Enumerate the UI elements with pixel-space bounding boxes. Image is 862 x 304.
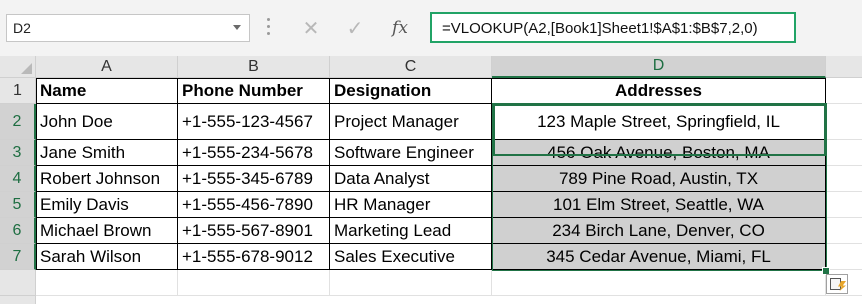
header-addresses[interactable]: Addresses xyxy=(492,78,826,104)
table-cell[interactable]: +1-555-345-6789 xyxy=(178,166,330,192)
formula-bar: D2 ✕ ✓ fx =VLOOKUP(A2,[Book1]Sheet1!$A$1… xyxy=(0,0,862,56)
table-cell[interactable]: Michael Brown xyxy=(36,218,178,244)
select-all-button[interactable] xyxy=(0,56,36,78)
table-cell[interactable]: 456 Oak Avenue, Boston, MA xyxy=(492,140,826,166)
empty-cell[interactable] xyxy=(826,244,862,270)
table-cell[interactable]: Robert Johnson xyxy=(36,166,178,192)
enter-icon[interactable]: ✓ xyxy=(338,14,372,42)
table-cell[interactable]: 345 Cedar Avenue, Miami, FL xyxy=(492,244,826,270)
table-cell[interactable]: +1-555-678-9012 xyxy=(178,244,330,270)
table-cell[interactable]: +1-555-567-8901 xyxy=(178,218,330,244)
table-cell[interactable]: John Doe xyxy=(36,104,178,140)
empty-cell[interactable] xyxy=(330,270,492,296)
row-header-7[interactable]: 7 xyxy=(0,244,36,270)
row-header-3[interactable]: 3 xyxy=(0,140,36,166)
cancel-icon[interactable]: ✕ xyxy=(294,14,328,42)
active-cell-d2[interactable]: 123 Maple Street, Springfield, IL xyxy=(492,104,826,140)
formula-bar-grip-icon[interactable] xyxy=(267,18,271,38)
worksheet-grid: A B C D 1 2 3 4 5 6 7 Name Phone Number … xyxy=(0,56,862,304)
row-header-1[interactable]: 1 xyxy=(0,78,36,104)
empty-cell[interactable] xyxy=(826,166,862,192)
row-header-8[interactable] xyxy=(0,270,36,296)
empty-cell[interactable] xyxy=(826,78,862,104)
column-header-b[interactable]: B xyxy=(178,56,330,78)
header-name[interactable]: Name xyxy=(36,78,178,104)
table-cell[interactable]: Sarah Wilson xyxy=(36,244,178,270)
column-header-c[interactable]: C xyxy=(330,56,492,78)
empty-cell[interactable] xyxy=(36,270,178,296)
row-header-9[interactable] xyxy=(0,296,36,304)
header-designation[interactable]: Designation xyxy=(330,78,492,104)
table-cell[interactable]: 101 Elm Street, Seattle, WA xyxy=(492,192,826,218)
name-box[interactable]: D2 xyxy=(6,14,250,42)
table-cell[interactable]: Jane Smith xyxy=(36,140,178,166)
table-cell[interactable]: Data Analyst xyxy=(330,166,492,192)
table-cell[interactable]: 789 Pine Road, Austin, TX xyxy=(492,166,826,192)
empty-cell[interactable] xyxy=(492,270,826,296)
header-phone-number[interactable]: Phone Number xyxy=(178,78,330,104)
empty-cell[interactable] xyxy=(826,104,862,140)
row-header-4[interactable]: 4 xyxy=(0,166,36,192)
clipboard-shape xyxy=(830,278,841,290)
table-cell[interactable]: Sales Executive xyxy=(330,244,492,270)
quick-analysis-icon[interactable] xyxy=(826,274,848,294)
table-cell[interactable]: HR Manager xyxy=(330,192,492,218)
column-header-a[interactable]: A xyxy=(36,56,178,78)
table-cell[interactable]: Marketing Lead xyxy=(330,218,492,244)
table-cell[interactable]: Emily Davis xyxy=(36,192,178,218)
empty-cell[interactable] xyxy=(826,218,862,244)
insert-function-icon[interactable]: fx xyxy=(383,14,417,42)
chevron-down-icon[interactable] xyxy=(233,25,241,30)
formula-text: =VLOOKUP(A2,[Book1]Sheet1!$A$1:$B$7,2,0) xyxy=(442,20,758,37)
table-cell[interactable]: Software Engineer xyxy=(330,140,492,166)
row-header-2[interactable]: 2 xyxy=(0,104,36,140)
row-header-6[interactable]: 6 xyxy=(0,218,36,244)
formula-input[interactable]: =VLOOKUP(A2,[Book1]Sheet1!$A$1:$B$7,2,0) xyxy=(430,12,796,43)
empty-cell[interactable] xyxy=(826,140,862,166)
column-header-empty[interactable] xyxy=(826,56,862,78)
empty-cell[interactable] xyxy=(826,192,862,218)
column-header-d[interactable]: D xyxy=(492,56,826,78)
table-cell[interactable]: +1-555-123-4567 xyxy=(178,104,330,140)
empty-cell[interactable] xyxy=(178,270,330,296)
row-header-5[interactable]: 5 xyxy=(0,192,36,218)
table-cell[interactable]: 234 Birch Lane, Denver, CO xyxy=(492,218,826,244)
table-cell[interactable]: Project Manager xyxy=(330,104,492,140)
table-cell[interactable]: +1-555-234-5678 xyxy=(178,140,330,166)
table-cell[interactable]: +1-555-456-7890 xyxy=(178,192,330,218)
name-box-value: D2 xyxy=(13,20,31,36)
